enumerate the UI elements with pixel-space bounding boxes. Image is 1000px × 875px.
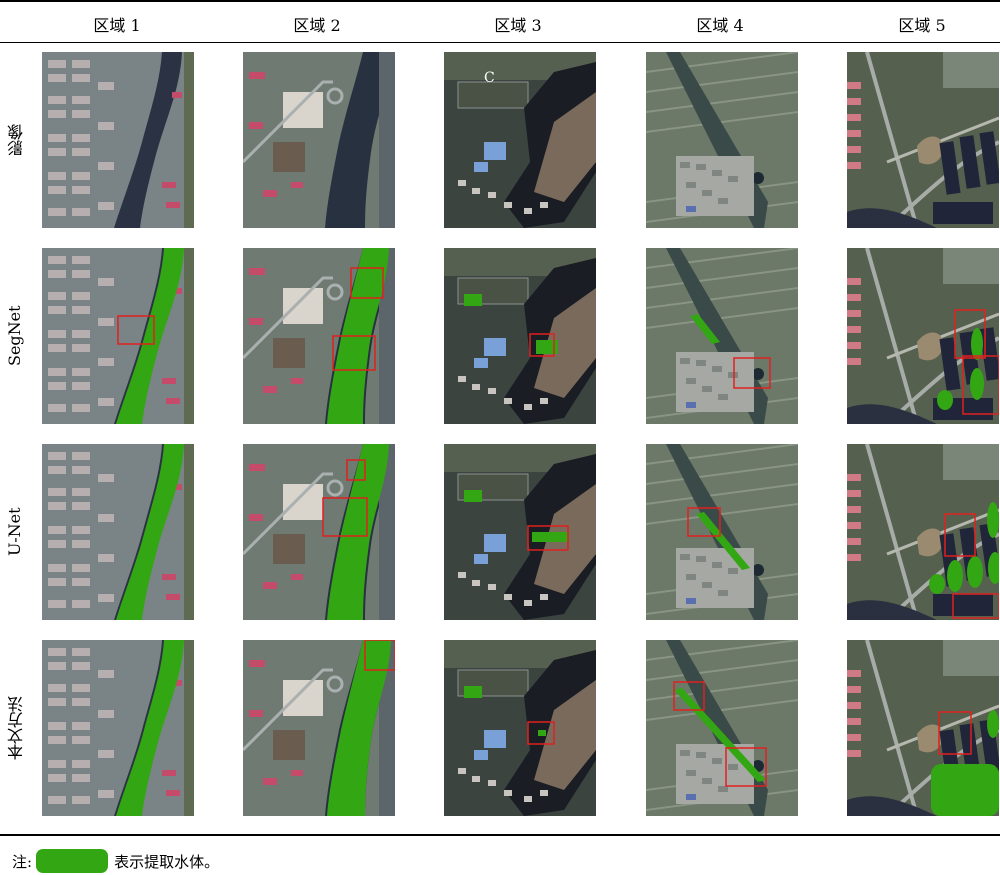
result-image-row2-col3 [444, 248, 596, 424]
row-header-image: 影像 [7, 124, 26, 156]
result-image-row1-col2 [243, 52, 395, 228]
column-header-1: 区域 1 [93, 16, 141, 35]
row-header-unet: U-Net [5, 507, 24, 557]
result-image-row1-col4 [646, 52, 798, 228]
result-image-row2-col1 [42, 248, 194, 424]
header-rule [0, 42, 1000, 43]
result-image-row4-col4 [646, 640, 798, 816]
column-header-3: 区域 3 [494, 16, 542, 35]
result-image-row4-col2 [243, 640, 395, 816]
result-image-row4-col1 [42, 640, 194, 816]
result-image-row3-col4 [646, 444, 798, 620]
result-image-row4-col3 [444, 640, 596, 816]
result-image-row3-col3 [444, 444, 596, 620]
result-image-row2-col2 [243, 248, 395, 424]
result-image-row3-col2 [243, 444, 395, 620]
result-image-row2-col4 [646, 248, 798, 424]
result-image-row3-col1 [42, 444, 194, 620]
result-image-row1-col5 [847, 52, 999, 228]
result-image-row1-col1 [42, 52, 194, 228]
row-header-proposed: 本文方法 [7, 696, 26, 760]
result-image-row1-col3: C [444, 52, 596, 228]
top-rule [0, 0, 1000, 2]
row-header-segnet: SegNet [5, 305, 24, 367]
note-legend-text: 表示提取水体。 [114, 852, 220, 871]
column-header-4: 区域 4 [696, 16, 744, 35]
result-image-row3-col5 [847, 444, 999, 620]
bottom-rule [0, 834, 1000, 836]
result-image-row2-col5 [847, 248, 999, 424]
result-image-row4-col5 [847, 640, 999, 816]
column-header-5: 区域 5 [898, 16, 946, 35]
cell-annotation-letter: C [484, 70, 495, 86]
note-prefix: 注: [12, 852, 33, 871]
figure-note: 注: 表示提取水体。 [12, 849, 219, 873]
water-legend-swatch [36, 849, 109, 873]
column-header-2: 区域 2 [293, 16, 341, 35]
